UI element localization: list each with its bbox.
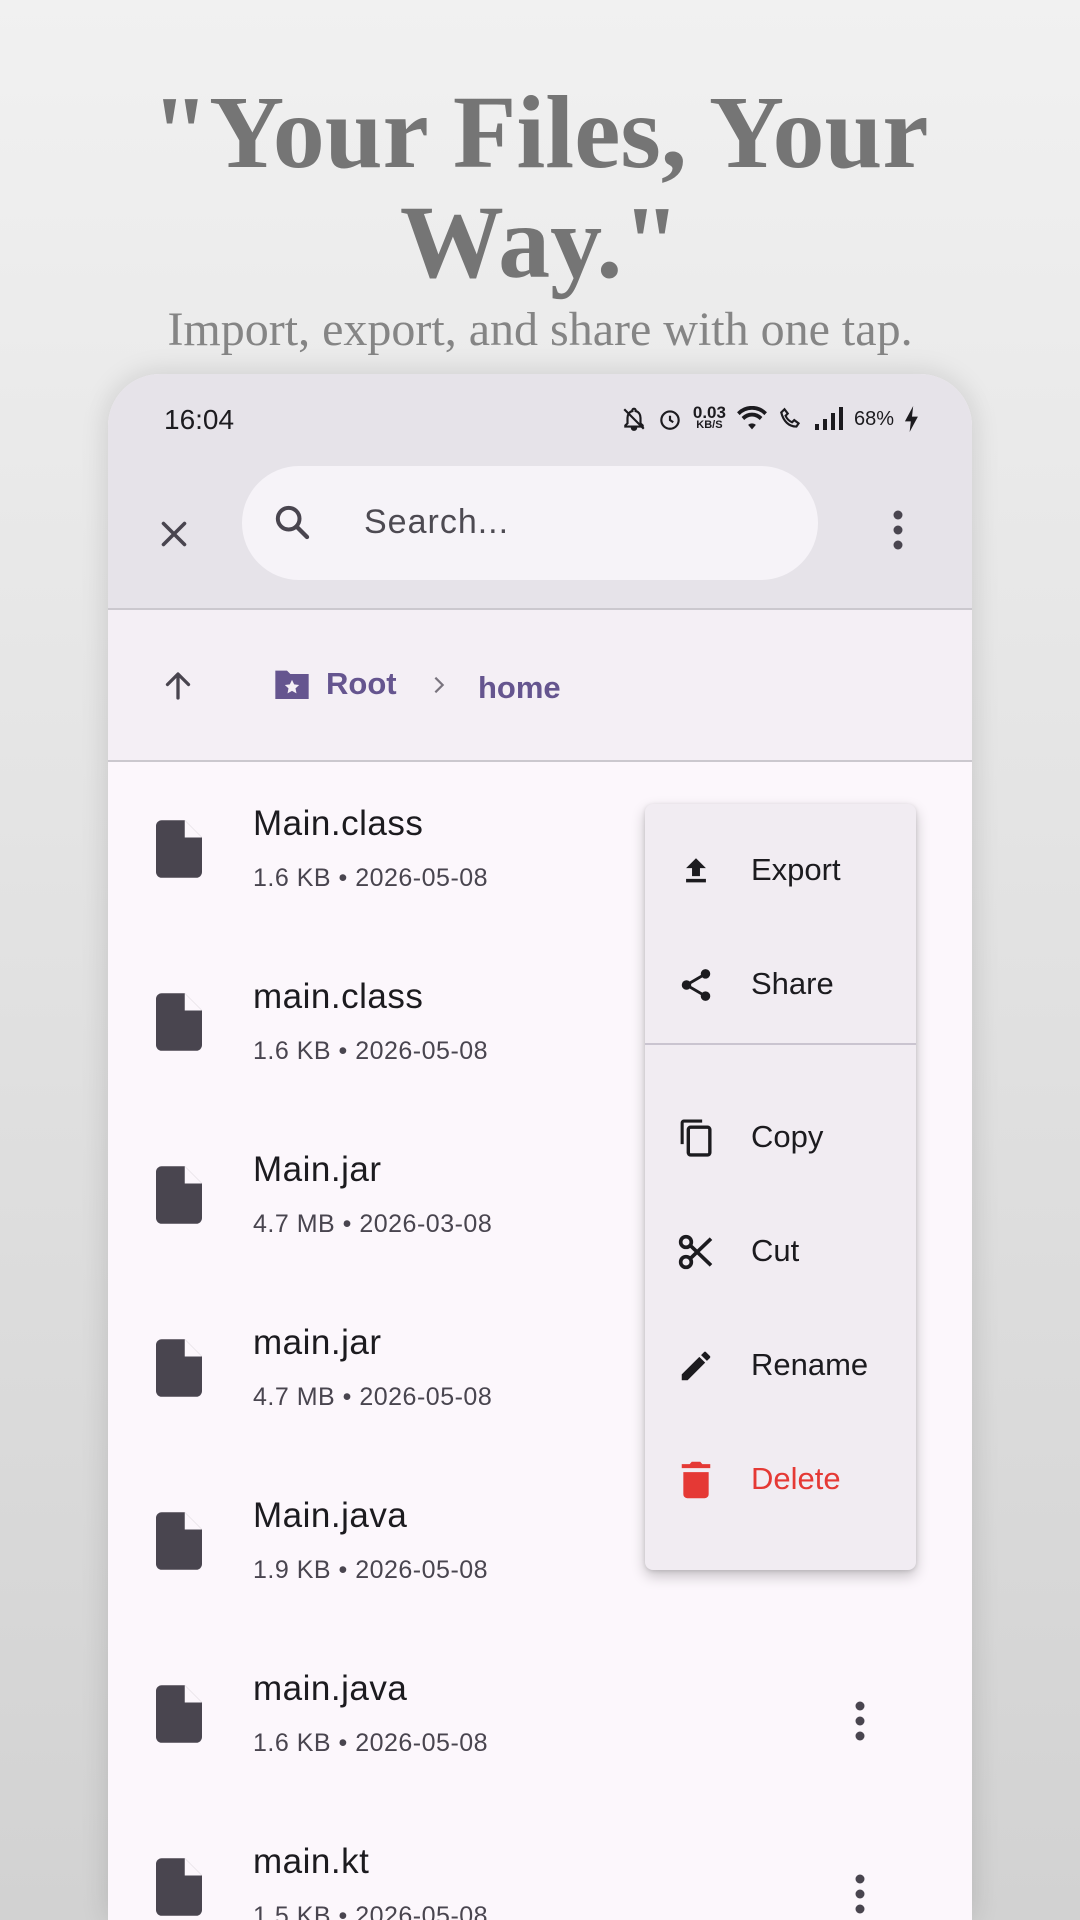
menu-item-label: Share [751, 966, 834, 1001]
overflow-menu-button[interactable] [868, 500, 928, 560]
file-icon [156, 820, 202, 878]
status-bar: 16:04 0.03 KB/S 68% [108, 374, 972, 460]
file-name: Main.class [253, 804, 424, 843]
file-options-button[interactable] [830, 1691, 890, 1751]
menu-item-label: Export [751, 852, 841, 887]
more-vertical-icon [893, 510, 903, 550]
menu-item-delete[interactable]: Delete [645, 1423, 916, 1537]
trash-icon [675, 1459, 717, 1501]
file-name: Main.jar [253, 1150, 382, 1189]
menu-item-cut[interactable]: Cut [645, 1195, 916, 1309]
breadcrumb: Root home [108, 610, 972, 762]
close-icon [161, 521, 187, 547]
search-app-bar [108, 460, 972, 610]
file-options-button[interactable] [830, 1864, 890, 1920]
file-meta: 4.7 MB • 2026-03-08 [253, 1210, 493, 1238]
file-meta: 4.7 MB • 2026-05-08 [253, 1383, 493, 1411]
promo-headline: "Your Files, Your Way." [151, 75, 929, 300]
scissors-icon [675, 1231, 717, 1273]
search-box[interactable] [242, 466, 818, 580]
menu-item-label: Delete [751, 1461, 841, 1496]
bell-off-icon [621, 406, 647, 432]
promo-subline: Import, export, and share with one tap. [167, 303, 913, 356]
share-icon [675, 964, 717, 1006]
breadcrumb-root[interactable]: Root [272, 666, 397, 702]
menu-item-label: Cut [751, 1233, 800, 1268]
file-icon [156, 1685, 202, 1743]
file-icon [156, 1166, 202, 1224]
file-row[interactable]: main.java 1.6 KB • 2026-05-08 [108, 1629, 972, 1802]
file-row[interactable]: main.kt 1.5 KB • 2026-05-08 [108, 1802, 972, 1920]
search-input[interactable] [364, 492, 784, 552]
menu-divider [645, 1043, 916, 1045]
phone-screen: 16:04 0.03 KB/S 68% Search... Root home … [108, 374, 972, 1920]
file-name: main.jar [253, 1323, 382, 1362]
file-icon [156, 1512, 202, 1570]
file-meta: 1.6 KB • 2026-05-08 [253, 1729, 489, 1757]
more-vertical-icon [855, 1874, 865, 1914]
battery-level: 68% [853, 407, 894, 430]
menu-item-label: Rename [751, 1347, 869, 1382]
file-name: Main.java [253, 1496, 408, 1535]
signal-icon [814, 407, 844, 431]
search-icon [272, 502, 312, 547]
breadcrumb-current[interactable]: home [478, 670, 561, 706]
file-name: main.class [253, 977, 424, 1016]
file-meta: 1.6 KB • 2026-05-08 [253, 864, 489, 892]
pencil-icon [675, 1345, 717, 1387]
status-time: 16:04 [164, 404, 235, 435]
net-speed-unit: KB/S [696, 419, 723, 431]
menu-item-label: Copy [751, 1119, 824, 1154]
file-icon [156, 1858, 202, 1916]
breadcrumb-root-label: Root [326, 666, 397, 701]
file-icon [156, 993, 202, 1051]
file-icon [156, 1339, 202, 1397]
menu-item-export[interactable]: Export [645, 814, 916, 928]
menu-item-copy[interactable]: Copy [645, 1081, 916, 1195]
alarm-icon [657, 406, 683, 432]
navigate-up-button[interactable] [152, 660, 204, 712]
arrow-up-icon [165, 672, 191, 700]
menu-item-rename[interactable]: Rename [645, 1309, 916, 1423]
file-name: main.java [253, 1669, 408, 1708]
charging-icon [904, 406, 920, 432]
file-context-menu: Export Share Copy Cut Rename Delete [645, 804, 916, 1570]
menu-item-share[interactable]: Share [645, 928, 916, 1042]
wifi-call-icon [778, 406, 804, 432]
net-speed-value: 0.03 [692, 403, 726, 422]
status-icons: 0.03 KB/S 68% [621, 402, 920, 436]
more-vertical-icon [855, 1701, 865, 1741]
file-meta: 1.9 KB • 2026-05-08 [253, 1556, 489, 1584]
wifi-icon [736, 406, 768, 432]
close-search-button[interactable] [144, 504, 204, 564]
file-name: main.kt [253, 1842, 370, 1881]
upload-icon [675, 850, 717, 892]
copy-icon [675, 1117, 717, 1159]
folder-star-icon [275, 670, 309, 699]
file-meta: 1.5 KB • 2026-05-08 [253, 1902, 489, 1920]
net-speed: 0.03 KB/S [692, 403, 726, 432]
chevron-right-icon [428, 674, 450, 701]
file-meta: 1.6 KB • 2026-05-08 [253, 1037, 489, 1065]
